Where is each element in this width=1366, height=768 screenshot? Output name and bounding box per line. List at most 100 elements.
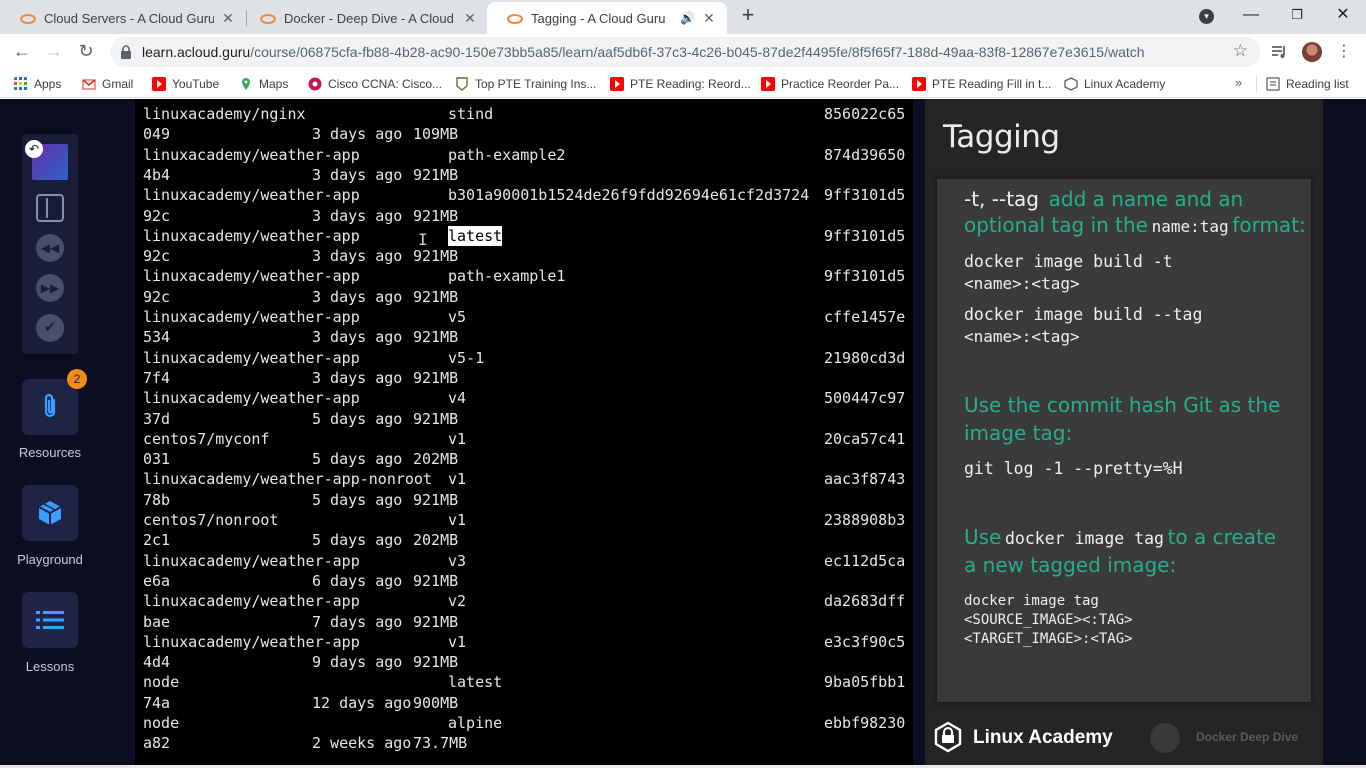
- back-button[interactable]: ←: [10, 40, 34, 64]
- created-cell: 3 days ago: [312, 328, 403, 347]
- bookmark-youtube[interactable]: YouTube: [152, 76, 219, 92]
- lessons-button[interactable]: [22, 592, 78, 648]
- image-id-cell: 21980cd3d: [824, 348, 906, 367]
- tag-cell: latest: [448, 225, 503, 246]
- chrome-menu-icon[interactable]: ⋮: [1336, 40, 1352, 64]
- image-id-suffix-cell: 92c: [143, 206, 171, 225]
- cube-icon: [38, 501, 62, 525]
- text-cursor-icon: I: [418, 230, 428, 249]
- terminal-video[interactable]: linuxacademy/nginx stind 856022c65 049 3 day…: [135, 99, 913, 768]
- repository-cell: centos7/myconf: [143, 429, 270, 448]
- image-id-cell: 20ca57c41: [824, 429, 906, 448]
- complete-check-icon[interactable]: ✔: [36, 314, 64, 342]
- repository-cell: linuxacademy/weather-app: [143, 632, 360, 651]
- image-id-suffix-cell: bae: [143, 612, 171, 631]
- url-path: /course/06875cfa-fb88-4b28-ac90-150e73bb…: [250, 44, 1145, 60]
- image-id-suffix-cell: 534: [143, 328, 171, 347]
- commit-hash-text: Use the commit hash Git as the: [964, 393, 1281, 417]
- created-cell: 5 days ago: [312, 531, 403, 550]
- repository-cell: linuxacademy/weather-app: [143, 389, 360, 408]
- back-arrow-icon[interactable]: ↶: [25, 140, 43, 158]
- docker-tag-desc-2: a new tagged image:: [964, 553, 1177, 577]
- minimize-button[interactable]: —: [1236, 4, 1266, 28]
- tab-title: Tagging - A Cloud Guru: [531, 10, 666, 26]
- reading-list-icon: [1266, 77, 1280, 91]
- image-id-cell: 2388908b3: [824, 511, 906, 529]
- commit-hash-text-2: image tag:: [964, 421, 1073, 445]
- resources-button[interactable]: [22, 379, 78, 435]
- image-id-cell: 9ff3101d5: [824, 186, 906, 205]
- reading-list-button[interactable]: Reading list: [1266, 76, 1349, 92]
- maximize-button[interactable]: ❐: [1282, 4, 1312, 28]
- more-bookmarks-icon[interactable]: »: [1235, 75, 1242, 90]
- image-id-suffix-cell: 7f4: [143, 368, 171, 387]
- speaker-icon[interactable]: 🔊: [680, 11, 695, 25]
- tag-cmd-line-3: <TARGET_IMAGE>:<TAG>: [964, 631, 1133, 647]
- media-control-icon[interactable]: [1270, 43, 1288, 61]
- tag-cell: path-example1: [448, 267, 566, 286]
- size-cell: 921MB: [413, 328, 459, 347]
- git-log-cmd: git log -1 --pretty=%H: [964, 459, 1183, 478]
- repository-cell: linuxacademy/weather-app: [143, 592, 360, 611]
- slide-card: -t, --tag add a name and an optional tag…: [937, 179, 1311, 702]
- bookmark-label: YouTube: [172, 77, 220, 91]
- tag-cell: v1: [448, 470, 467, 489]
- rewind-icon[interactable]: ◀◀: [36, 234, 64, 262]
- image-id-suffix-cell: 92c: [143, 287, 171, 306]
- close-window-button[interactable]: ✕: [1328, 4, 1358, 28]
- build-cmd-2b: <name>:<tag>: [964, 327, 1080, 346]
- playground-button[interactable]: [22, 485, 78, 541]
- address-bar[interactable]: learn.acloud.guru/course/06875cfa-fb88-4…: [110, 37, 1260, 67]
- fast-forward-icon[interactable]: ▶▶: [36, 274, 64, 302]
- bookmark-gmail[interactable]: Gmail: [82, 76, 133, 92]
- bookmark-pte-training[interactable]: Top PTE Training Ins...: [455, 76, 596, 92]
- size-cell: 921MB: [413, 206, 459, 225]
- tag-cell: latest: [448, 673, 503, 692]
- close-icon[interactable]: ✕: [462, 10, 478, 27]
- compass-icon: [1150, 723, 1180, 753]
- new-tab-button[interactable]: +: [738, 4, 758, 26]
- image-id-suffix-cell: 37d: [143, 409, 171, 428]
- reload-button[interactable]: ↻: [74, 40, 98, 64]
- toggle-panel-icon[interactable]: [36, 194, 64, 222]
- close-icon[interactable]: ✕: [701, 10, 717, 27]
- image-id-suffix-cell: e6a: [143, 571, 171, 590]
- bookmark-star-icon[interactable]: ☆: [1233, 41, 1248, 61]
- use-word: Use: [964, 525, 1002, 549]
- bookmark-label: Maps: [259, 77, 289, 91]
- size-cell: 921MB: [413, 490, 459, 509]
- bookmark-pte-reading-reorder[interactable]: PTE Reading: Reord...: [610, 76, 751, 92]
- image-id-cell: 856022c65: [824, 105, 906, 123]
- close-icon[interactable]: ✕: [220, 10, 236, 27]
- created-cell: 3 days ago: [312, 206, 403, 225]
- profile-avatar[interactable]: [1302, 42, 1322, 62]
- tab-cloud-servers[interactable]: Cloud Servers - A Cloud Guru ✕: [0, 2, 246, 34]
- image-id-suffix-cell: 4d4: [143, 653, 171, 672]
- url-text: learn.acloud.guru/course/06875cfa-fb88-4…: [142, 44, 1145, 60]
- build-cmd-1b: <name>:<tag>: [964, 274, 1080, 293]
- lessons-label: Lessons: [25, 659, 75, 674]
- tag-cell: path-example2: [448, 145, 566, 164]
- image-id-cell: da2683dff: [824, 592, 906, 611]
- bookmark-label: Linux Academy: [1084, 77, 1166, 91]
- image-id-cell: e3c3f90c5: [824, 632, 906, 651]
- bookmark-pte-fill[interactable]: PTE Reading Fill in t...: [912, 76, 1051, 92]
- tab-docker-deep-dive[interactable]: Docker - Deep Dive - A Cloud Gu ✕: [240, 2, 488, 34]
- acloudguru-icon: [260, 14, 276, 24]
- forward-button[interactable]: →: [42, 40, 66, 64]
- tag-cell: v1: [448, 429, 467, 448]
- course-watermark: Docker Deep Dive: [1196, 730, 1299, 744]
- bookmark-cisco[interactable]: Cisco CCNA: Cisco...: [308, 76, 442, 92]
- tag-cell: alpine: [448, 714, 503, 732]
- image-id-cell: 500447c97: [824, 389, 906, 408]
- tab-search-icon[interactable]: ▾: [1199, 9, 1214, 24]
- bookmark-maps[interactable]: Maps: [239, 76, 288, 92]
- repository-cell: linuxacademy/weather-app: [143, 348, 360, 367]
- tab-tagging[interactable]: Tagging - A Cloud Guru 🔊 ✕: [487, 2, 727, 34]
- size-cell: 202MB: [413, 450, 459, 469]
- bookmarks-bar: Apps Gmail YouTube Maps Cisco CCNA: Cisc…: [0, 70, 1366, 98]
- bookmark-linux-academy[interactable]: Linux Academy: [1064, 76, 1165, 92]
- lock-icon: [121, 45, 131, 59]
- bookmark-practice-reorder[interactable]: Practice Reorder Pa...: [761, 76, 899, 92]
- bookmark-apps[interactable]: Apps: [14, 76, 61, 92]
